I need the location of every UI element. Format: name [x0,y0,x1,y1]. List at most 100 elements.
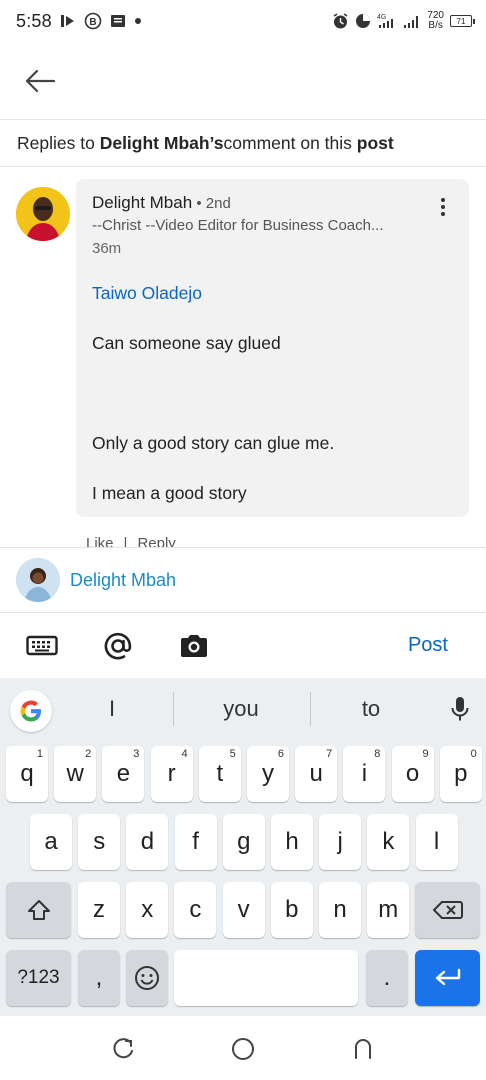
keyboard-toggle-button[interactable] [24,628,60,664]
comment-actions: Like | Reply [86,535,186,547]
connection-degree: • 2nd [192,195,231,212]
key-f[interactable]: f [174,814,217,870]
key-i[interactable]: 8i [343,746,386,802]
comma-key[interactable]: , [78,950,120,1006]
key-r[interactable]: 4r [150,746,193,802]
period-key[interactable]: . [366,950,408,1006]
signal-4g-icon: 4G [377,13,397,29]
comment-line-3: I mean a good story [92,483,247,503]
key-w[interactable]: 2w [54,746,97,802]
mention-link[interactable]: Taiwo Oladejo [92,283,202,304]
alarm-icon [332,12,349,30]
message-icon [110,14,126,28]
emoji-key[interactable] [126,950,168,1006]
key-d[interactable]: d [126,814,169,870]
key-c[interactable]: c [174,882,217,938]
backspace-key[interactable] [415,882,480,938]
key-number-hint: 1 [36,748,43,760]
key-m[interactable]: m [367,882,410,938]
backspace-icon [432,901,463,919]
mention-button[interactable] [100,628,136,664]
key-number-hint: 2 [85,748,92,760]
key-p[interactable]: 0p [439,746,482,802]
key-n[interactable]: n [319,882,361,938]
key-g[interactable]: g [222,814,265,870]
microphone-button[interactable] [450,696,470,727]
google-g-icon[interactable] [10,690,52,732]
key-letter: w [66,760,84,787]
app-header [0,42,486,120]
keyboard-icon [26,635,58,656]
key-h[interactable]: h [271,814,313,870]
context-author[interactable]: Delight Mbah’s [100,133,224,154]
comment-bubble: Delight Mbah • 2nd --Christ --Video Edit… [76,179,469,517]
shift-key[interactable] [6,882,71,938]
actions-separator: | [123,535,128,547]
suggestion-2[interactable]: you [191,696,291,722]
author-headline: --Christ --Video Editor for Business Coa… [92,217,384,234]
key-letter: i [361,760,368,787]
key-number-hint: 4 [181,748,188,760]
key-q[interactable]: 1q [6,746,48,802]
data-saver-icon [355,13,371,29]
key-o[interactable]: 9o [391,746,434,802]
cast-icon [60,14,76,28]
back-nav-button[interactable] [350,1036,376,1062]
key-l[interactable]: l [415,814,458,870]
symbols-key[interactable]: ?123 [6,950,71,1006]
comment-line-2: Only a good story can glue me. [92,433,335,453]
key-y[interactable]: 6y [247,746,289,802]
comment-author-name[interactable]: Delight Mbah [92,193,192,212]
shift-icon [27,900,50,920]
author-line: Delight Mbah • 2nd [92,193,231,213]
home-button[interactable] [230,1036,256,1062]
key-b[interactable]: b [270,882,313,938]
status-time: 5:58 [16,10,52,31]
key-letter: o [405,760,420,787]
recents-icon [113,1038,133,1059]
key-s[interactable]: s [78,814,121,870]
key-u[interactable]: 7u [295,746,338,802]
like-button[interactable]: Like [86,535,114,547]
key-number-hint: 6 [277,748,284,760]
back-button[interactable] [20,61,60,101]
suggestion-3[interactable]: to [321,696,421,722]
key-t[interactable]: 5t [198,746,241,802]
key-k[interactable]: k [367,814,410,870]
context-post-link[interactable]: post [357,133,394,154]
system-nav-bar [0,1016,486,1080]
key-e[interactable]: 3e [102,746,145,802]
more-options-button[interactable] [431,193,455,221]
signal-icon [403,14,421,29]
key-a[interactable]: a [30,814,72,870]
back-arch-icon [355,1039,371,1059]
microphone-icon [451,697,469,721]
key-letter: r [167,760,176,787]
recents-button[interactable] [111,1036,137,1062]
key-j[interactable]: j [319,814,362,870]
post-button[interactable]: Post [408,634,448,657]
composer-name[interactable]: Delight Mbah [70,570,176,591]
space-key[interactable] [174,950,358,1006]
replies-context: Replies to Delight Mbah’s comment on thi… [0,121,486,167]
key-letter: p [454,760,468,787]
key-letter: q [20,760,34,787]
camera-button[interactable] [176,628,212,664]
notification-dot-icon [134,17,142,25]
enter-key[interactable] [415,950,480,1006]
key-number-hint: 9 [422,748,429,760]
key-letter: e [116,760,131,787]
composer-toolbar: Post [0,614,486,678]
key-number-hint: 3 [133,748,140,760]
suggestion-1[interactable]: I [62,696,162,722]
key-v[interactable]: v [222,882,265,938]
reply-button[interactable]: Reply [137,535,175,547]
svg-text:B: B [89,17,96,28]
avatar[interactable] [16,187,70,241]
key-z[interactable]: z [78,882,120,938]
enter-icon [435,968,460,986]
key-x[interactable]: x [126,882,169,938]
camera-icon [181,635,207,657]
suggestion-strip: I you to [0,678,486,740]
reply-composer[interactable]: Delight Mbah [0,547,486,613]
